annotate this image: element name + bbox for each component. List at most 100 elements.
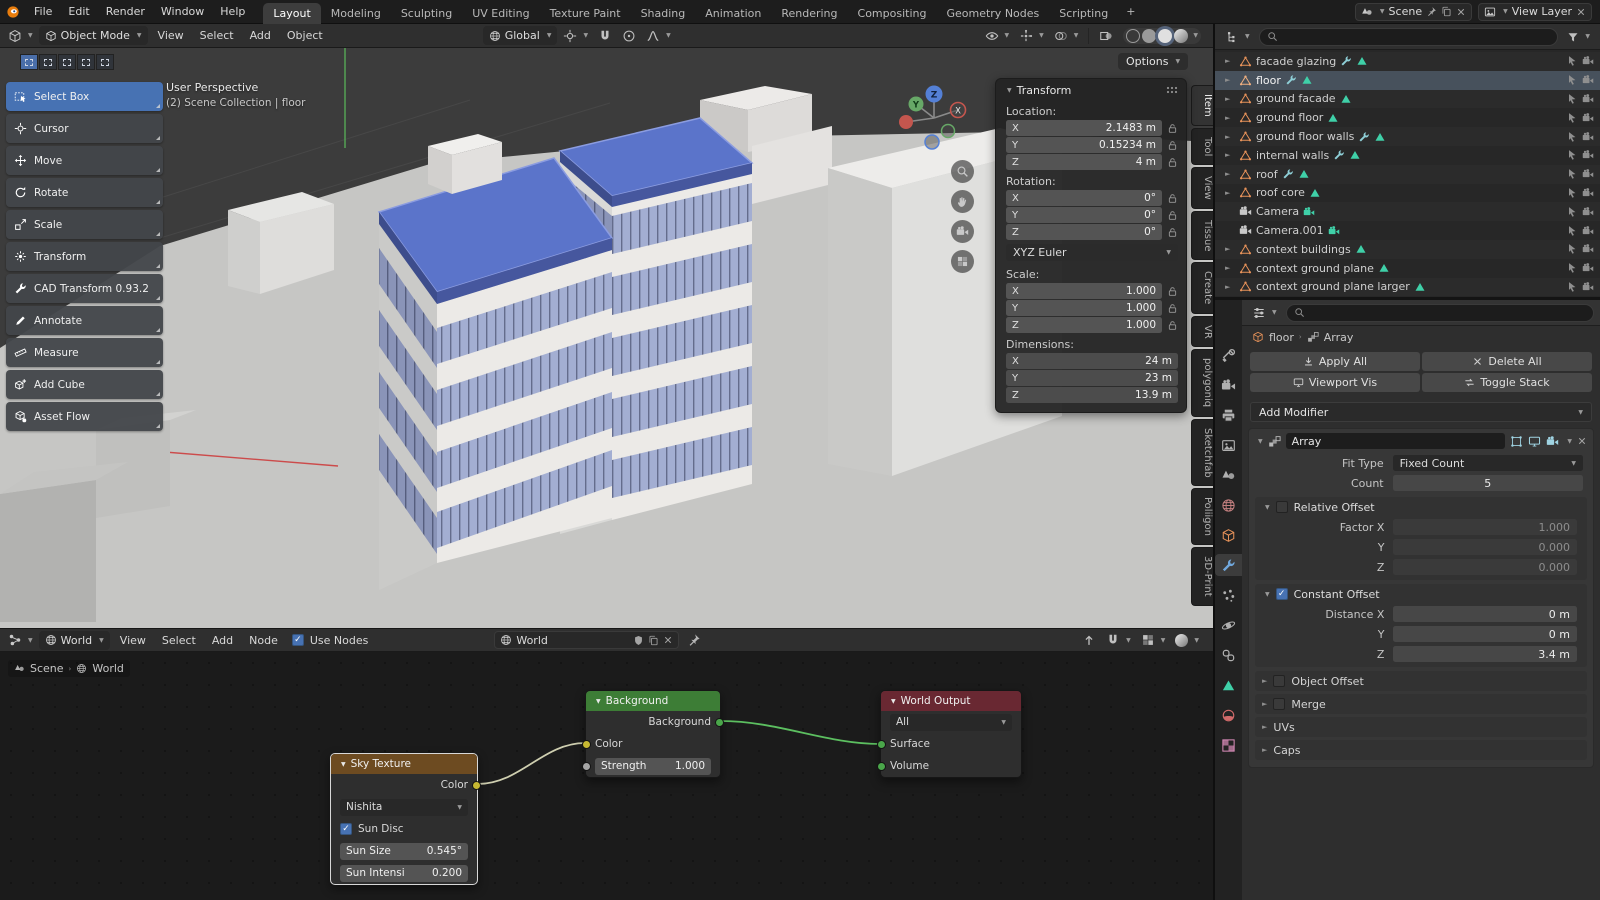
editor-type-button[interactable]: ▼ xyxy=(4,631,37,649)
modifier-tool-button[interactable]: Apply All xyxy=(1250,352,1420,371)
modifier-name-field[interactable]: Array xyxy=(1286,433,1506,449)
rotation-field[interactable]: X 0° xyxy=(1006,190,1162,206)
sidebar-tab[interactable]: Tissue xyxy=(1191,211,1213,261)
expand-arrow-icon[interactable]: ► xyxy=(1225,283,1235,291)
workspace-tab[interactable]: Compositing xyxy=(848,3,937,24)
sun-size-slider[interactable]: Sun Size 0.545° xyxy=(340,843,468,860)
scale-field[interactable]: X 1.000 xyxy=(1006,283,1162,299)
filter-button[interactable]: ▼ xyxy=(1563,29,1594,45)
object-name[interactable]: internal walls xyxy=(1256,149,1329,162)
lock-icon[interactable] xyxy=(1167,193,1178,204)
outliner-row[interactable]: ► ground floor xyxy=(1215,108,1600,127)
render-display-toggle-icon[interactable] xyxy=(1546,435,1559,448)
pin-icon[interactable] xyxy=(687,633,701,647)
count-field[interactable]: 5 xyxy=(1393,475,1583,491)
sidebar-tab[interactable]: Tool xyxy=(1191,128,1213,165)
background-node[interactable]: ▼ Background Background Color Strength 1… xyxy=(585,690,721,778)
workspace-tab[interactable]: UV Editing xyxy=(462,3,539,24)
node-canvas[interactable]: Scene › World ▼ Sky Texture Color Nishit… xyxy=(0,652,1213,900)
object-name[interactable]: roof xyxy=(1256,168,1278,181)
tool-options-button[interactable]: Options ▼ xyxy=(1118,53,1188,70)
render-visibility-toggle-icon[interactable] xyxy=(1582,168,1594,180)
chevron-down-icon[interactable]: ▼ xyxy=(1265,591,1270,598)
close-icon[interactable] xyxy=(1576,7,1586,17)
tool-button[interactable]: Asset Flow xyxy=(6,402,163,431)
distance-field[interactable]: 3.4 m xyxy=(1393,646,1577,662)
collapse-icon[interactable]: ▼ xyxy=(341,761,346,768)
color-output-socket[interactable] xyxy=(472,781,481,790)
expand-arrow-icon[interactable]: ► xyxy=(1225,245,1235,253)
factor-field[interactable]: 1.000 xyxy=(1393,519,1577,535)
shader-type-dropdown[interactable]: World ▼ xyxy=(39,631,110,650)
workspace-tab[interactable]: Animation xyxy=(695,3,771,24)
properties-tab[interactable] xyxy=(1215,464,1242,486)
object-name[interactable]: context ground plane xyxy=(1256,262,1374,275)
modifier-extras-dropdown-icon[interactable]: ▼ xyxy=(1567,438,1572,445)
object-name[interactable]: floor xyxy=(1256,74,1281,87)
selectable-toggle-icon[interactable] xyxy=(1566,149,1578,161)
select-mode-invert[interactable] xyxy=(77,54,95,70)
factor-field[interactable]: 0.000 xyxy=(1393,539,1577,555)
select-mode-intersect[interactable] xyxy=(96,54,114,70)
render-visibility-toggle-icon[interactable] xyxy=(1582,187,1594,199)
rotation-field[interactable]: Y 0° xyxy=(1006,207,1162,223)
workspace-tab[interactable]: Sculpting xyxy=(391,3,462,24)
location-field[interactable]: Y 0.15234 m xyxy=(1006,137,1162,153)
location-field[interactable]: X 2.1483 m xyxy=(1006,120,1162,136)
surface-input-socket[interactable] xyxy=(877,740,886,749)
lock-icon[interactable] xyxy=(1167,320,1178,331)
tool-button[interactable]: Add Cube xyxy=(6,370,163,399)
render-visibility-toggle-icon[interactable] xyxy=(1582,55,1594,67)
outliner-row[interactable]: ► facade glazing xyxy=(1215,52,1600,71)
sky-type-dropdown[interactable]: Nishita ▼ xyxy=(340,799,468,816)
chevron-down-icon[interactable]: ▼ xyxy=(1007,87,1012,94)
properties-tab[interactable] xyxy=(1215,554,1242,576)
topbar-menu[interactable]: Help xyxy=(212,0,253,23)
shader-menu[interactable]: Node xyxy=(241,629,286,652)
selectable-toggle-icon[interactable] xyxy=(1566,225,1578,237)
sidebar-tab[interactable]: VR xyxy=(1191,316,1213,348)
expand-arrow-icon[interactable]: ► xyxy=(1225,151,1235,159)
expand-arrow-icon[interactable]: ► xyxy=(1225,170,1235,178)
strength-input-socket[interactable] xyxy=(582,762,591,771)
breadcrumb-scene[interactable]: Scene xyxy=(30,662,64,675)
properties-tab[interactable] xyxy=(1215,494,1242,516)
render-visibility-toggle-icon[interactable] xyxy=(1582,206,1594,218)
render-visibility-toggle-icon[interactable] xyxy=(1582,112,1594,124)
location-field[interactable]: Z 4 m xyxy=(1006,154,1162,170)
navigation-gizmo[interactable]: Z Y X xyxy=(898,82,974,161)
tool-button[interactable]: CAD Transform 0.93.2 xyxy=(6,274,163,303)
panel-drag-handle[interactable] xyxy=(1166,86,1178,94)
new-copy-icon[interactable] xyxy=(648,635,659,646)
editor-type-button[interactable]: ▼ xyxy=(1221,28,1254,46)
outliner-search-input[interactable] xyxy=(1259,28,1559,46)
outliner-row[interactable]: ► context ground plane xyxy=(1215,259,1600,278)
selectable-toggle-icon[interactable] xyxy=(1566,262,1578,274)
expand-arrow-icon[interactable]: ► xyxy=(1225,264,1235,272)
orientation-dropdown[interactable]: Global ▼ xyxy=(483,26,558,45)
solid-shading-button[interactable] xyxy=(1142,29,1156,43)
render-visibility-toggle-icon[interactable] xyxy=(1582,131,1594,143)
factor-field[interactable]: 0.000 xyxy=(1393,559,1577,575)
tool-button[interactable]: Transform xyxy=(6,242,163,271)
render-visibility-toggle-icon[interactable] xyxy=(1582,149,1594,161)
object-name[interactable]: ground floor xyxy=(1256,111,1323,124)
target-dropdown[interactable]: All ▼ xyxy=(890,714,1012,731)
sidebar-tab[interactable]: 3D-Print xyxy=(1191,547,1213,606)
outliner-row[interactable]: ► context buildings xyxy=(1215,240,1600,259)
render-visibility-toggle-icon[interactable] xyxy=(1582,243,1594,255)
render-visibility-toggle-icon[interactable] xyxy=(1582,93,1594,105)
render-visibility-toggle-icon[interactable] xyxy=(1582,74,1594,86)
3d-viewport[interactable]: Options ▼ User Perspective (2) Scene Col… xyxy=(0,48,1213,628)
collapsed-subpanel[interactable]: ► UVs xyxy=(1255,717,1587,737)
dimension-field[interactable]: Z 13.9 m xyxy=(1006,387,1178,403)
world-id-field[interactable]: World xyxy=(494,631,679,649)
rotation-field[interactable]: Z 0° xyxy=(1006,224,1162,240)
strength-slider[interactable]: Strength 1.000 xyxy=(595,758,711,775)
modifier-tool-button[interactable]: Viewport Vis xyxy=(1250,373,1420,392)
collapse-icon[interactable]: ▼ xyxy=(891,698,896,705)
select-mode-extend[interactable] xyxy=(39,54,57,70)
sidebar-tab[interactable]: Item xyxy=(1191,85,1213,126)
workspace-tab[interactable]: Texture Paint xyxy=(540,3,631,24)
expand-arrow-icon[interactable]: ► xyxy=(1225,57,1235,65)
